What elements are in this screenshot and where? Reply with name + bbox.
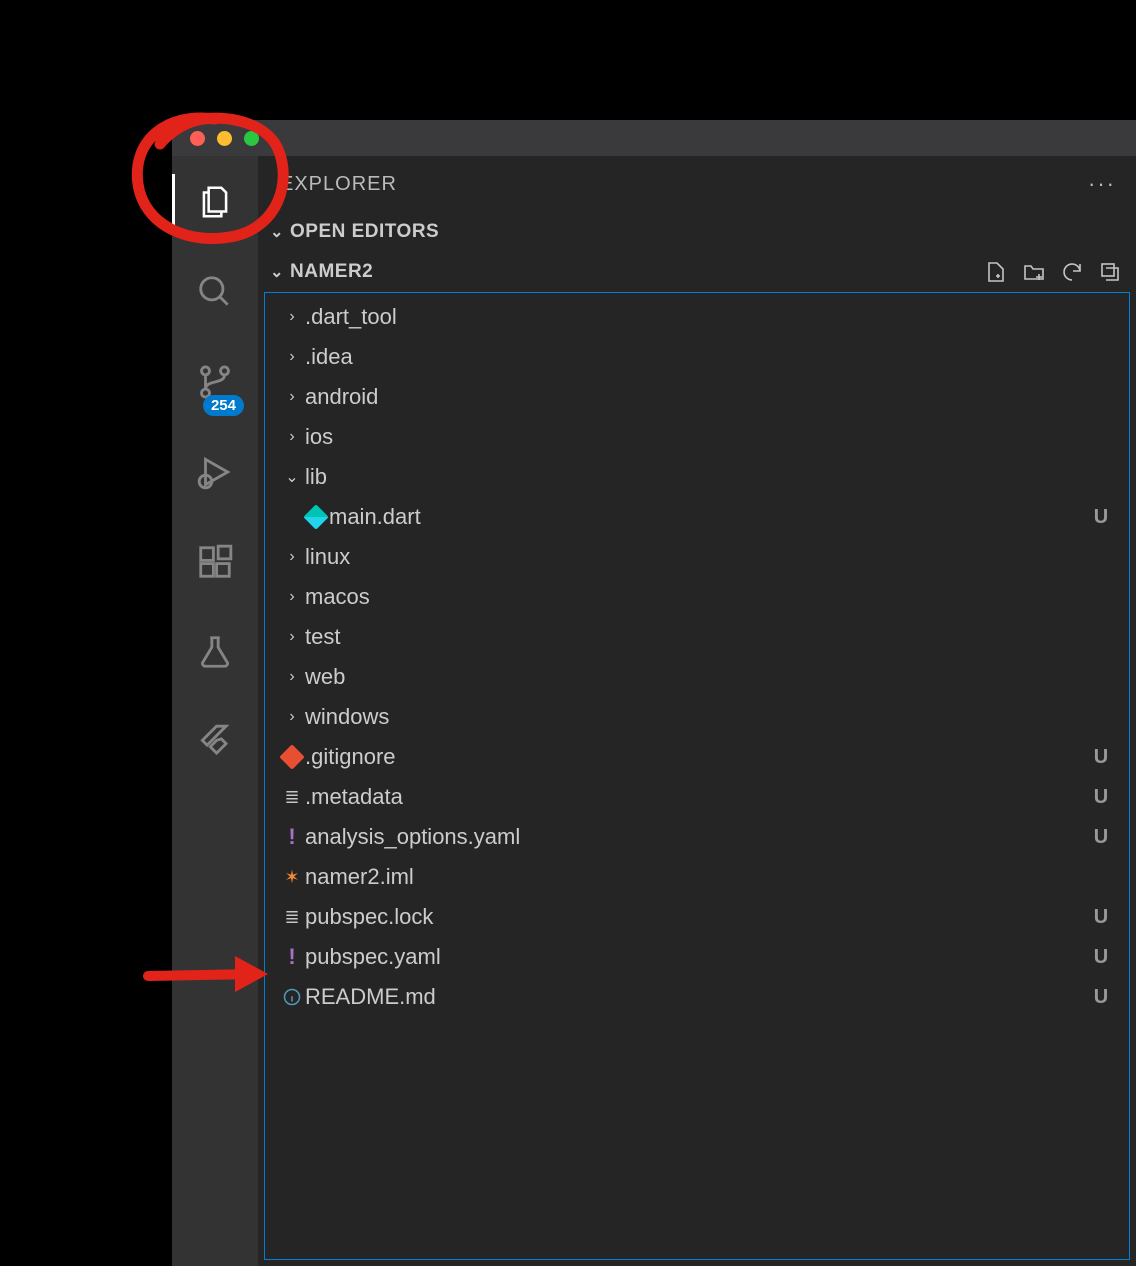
explorer-title-row: EXPLORER ··· — [258, 156, 1136, 212]
file-row[interactable]: README.mdU — [265, 977, 1129, 1017]
file-row[interactable]: main.dartU — [265, 497, 1129, 537]
beaker-icon — [196, 633, 234, 671]
folder-row[interactable]: ›linux — [265, 537, 1129, 577]
folder-row[interactable]: ›android — [265, 377, 1129, 417]
status-badge: U — [1089, 746, 1113, 769]
rss-icon: ✶ — [279, 867, 305, 888]
tree-item-label: .gitignore — [305, 744, 1089, 770]
chevron-down-icon: ⌄ — [279, 467, 305, 487]
tree-item-label: .idea — [305, 344, 1089, 370]
tree-item-label: linux — [305, 544, 1089, 570]
status-badge: U — [1089, 986, 1113, 1009]
status-badge: U — [1089, 786, 1113, 809]
activity-explorer[interactable] — [172, 174, 258, 230]
new-folder-icon[interactable] — [1022, 260, 1046, 284]
tree-item-label: web — [305, 664, 1089, 690]
explorer-more-icon[interactable]: ··· — [1088, 171, 1116, 197]
status-badge: U — [1089, 506, 1113, 529]
status-badge: U — [1089, 906, 1113, 929]
project-toolbar — [984, 260, 1122, 284]
tree-item-label: pubspec.lock — [305, 904, 1089, 930]
dart-icon — [303, 508, 329, 526]
lines-icon: ≣ — [279, 907, 305, 928]
status-badge: U — [1089, 826, 1113, 849]
folder-row[interactable]: ⌄lib — [265, 457, 1129, 497]
file-row[interactable]: ≣.metadataU — [265, 777, 1129, 817]
activity-search[interactable] — [172, 264, 258, 320]
collapse-all-icon[interactable] — [1098, 260, 1122, 284]
status-badge: U — [1089, 946, 1113, 969]
activity-run-debug[interactable] — [172, 444, 258, 500]
tree-item-label: pubspec.yaml — [305, 944, 1089, 970]
tree-item-label: ios — [305, 424, 1089, 450]
activity-source-control[interactable]: 254 — [172, 354, 258, 410]
chevron-right-icon: › — [279, 308, 305, 326]
chevron-right-icon: › — [279, 668, 305, 686]
tree-item-label: README.md — [305, 984, 1089, 1010]
tree-item-label: main.dart — [329, 504, 1089, 530]
tree-item-label: test — [305, 624, 1089, 650]
scm-badge: 254 — [203, 395, 244, 416]
tree-item-label: .dart_tool — [305, 304, 1089, 330]
tree-item-label: namer2.iml — [305, 864, 1089, 890]
file-row[interactable]: ≣pubspec.lockU — [265, 897, 1129, 937]
git-icon — [279, 748, 305, 766]
chevron-right-icon: › — [279, 588, 305, 606]
file-row[interactable]: !pubspec.yamlU — [265, 937, 1129, 977]
folder-row[interactable]: ›.idea — [265, 337, 1129, 377]
file-row[interactable]: ✶namer2.iml — [265, 857, 1129, 897]
open-editors-label: OPEN EDITORS — [290, 221, 439, 243]
tree-item-label: lib — [305, 464, 1089, 490]
files-icon — [196, 183, 234, 221]
app-window: 254 — [172, 120, 1136, 1266]
search-icon — [196, 273, 234, 311]
project-header[interactable]: ⌄ NAMER2 — [258, 252, 1136, 292]
tree-item-label: android — [305, 384, 1089, 410]
new-file-icon[interactable] — [984, 260, 1008, 284]
folder-row[interactable]: ›web — [265, 657, 1129, 697]
chevron-right-icon: › — [279, 428, 305, 446]
chevron-down-icon: ⌄ — [264, 222, 290, 242]
bang-icon: ! — [279, 824, 305, 850]
window-minimize-button[interactable] — [217, 131, 232, 146]
lines-icon: ≣ — [279, 787, 305, 808]
folder-row[interactable]: ›ios — [265, 417, 1129, 457]
project-name: NAMER2 — [290, 261, 373, 283]
file-row[interactable]: !analysis_options.yamlU — [265, 817, 1129, 857]
chevron-down-icon: ⌄ — [264, 262, 290, 282]
folder-row[interactable]: ›windows — [265, 697, 1129, 737]
tree-item-label: windows — [305, 704, 1089, 730]
flutter-icon — [196, 723, 234, 761]
debug-icon — [196, 453, 234, 491]
explorer-title: EXPLORER — [280, 173, 397, 196]
extensions-icon — [196, 543, 234, 581]
tree-item-label: macos — [305, 584, 1089, 610]
info-icon — [279, 988, 305, 1006]
window-zoom-button[interactable] — [244, 131, 259, 146]
activity-flutter[interactable] — [172, 714, 258, 770]
window-close-button[interactable] — [190, 131, 205, 146]
tree-item-label: .metadata — [305, 784, 1089, 810]
chevron-right-icon: › — [279, 708, 305, 726]
chevron-right-icon: › — [279, 628, 305, 646]
chevron-right-icon: › — [279, 348, 305, 366]
file-tree: ›.dart_tool›.idea›android›ios⌄libmain.da… — [264, 292, 1130, 1260]
activity-bar: 254 — [172, 156, 258, 1266]
chevron-right-icon: › — [279, 388, 305, 406]
bang-icon: ! — [279, 944, 305, 970]
folder-row[interactable]: ›.dart_tool — [265, 297, 1129, 337]
tree-item-label: analysis_options.yaml — [305, 824, 1089, 850]
folder-row[interactable]: ›macos — [265, 577, 1129, 617]
open-editors-header[interactable]: ⌄ OPEN EDITORS — [258, 212, 1136, 252]
activity-testing[interactable] — [172, 624, 258, 680]
activity-extensions[interactable] — [172, 534, 258, 590]
file-row[interactable]: .gitignoreU — [265, 737, 1129, 777]
explorer-panel: EXPLORER ··· ⌄ OPEN EDITORS ⌄ NAMER2 — [258, 156, 1136, 1266]
refresh-icon[interactable] — [1060, 260, 1084, 284]
titlebar — [172, 120, 1136, 156]
chevron-right-icon: › — [279, 548, 305, 566]
folder-row[interactable]: ›test — [265, 617, 1129, 657]
